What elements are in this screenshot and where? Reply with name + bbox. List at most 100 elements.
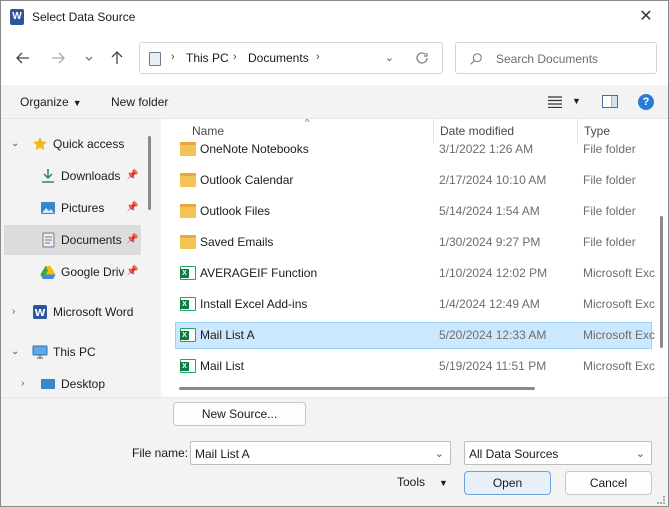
nav-item-documents[interactable]: Documents 📌 <box>4 225 141 255</box>
cancel-button[interactable]: Cancel <box>565 471 652 495</box>
back-arrow-icon <box>16 52 29 64</box>
close-button[interactable]: ✕ <box>634 5 658 29</box>
back-button[interactable] <box>12 47 34 69</box>
help-icon[interactable]: ? <box>638 94 654 110</box>
breadcrumb-separator: › <box>171 51 175 63</box>
view-dropdown-icon[interactable]: ▼ <box>572 96 581 106</box>
nav-item-quick-access[interactable]: ⌄ Quick access <box>1 129 161 159</box>
open-button[interactable]: Open <box>464 471 551 495</box>
file-name-label: File name: <box>132 446 189 460</box>
nav-label: Desktop <box>61 377 106 391</box>
caret-down-icon: ▼ <box>72 98 82 108</box>
google-drive-icon <box>40 266 56 279</box>
nav-item-microsoft-word[interactable]: › W Microsoft Word <box>1 297 161 327</box>
expand-chevron-icon[interactable]: › <box>12 306 15 317</box>
pin-icon: 📌 <box>126 234 139 245</box>
breadcrumb-documents[interactable]: Documents <box>248 51 309 65</box>
star-icon <box>33 137 47 150</box>
nav-label: Google Drive <box>61 265 125 279</box>
file-type: File folder <box>583 173 636 187</box>
file-row[interactable]: Saved Emails 1/30/2024 9:27 PM File fold… <box>175 229 652 256</box>
file-date: 2/17/2024 10:10 AM <box>439 173 547 187</box>
chevron-down-icon[interactable]: ⌄ <box>636 447 645 460</box>
refresh-icon[interactable] <box>414 50 430 66</box>
folder-icon <box>180 204 196 218</box>
expand-chevron-icon[interactable]: › <box>21 378 24 389</box>
file-name-value[interactable]: Mail List A <box>195 447 250 461</box>
desktop-icon <box>41 379 55 389</box>
nav-item-this-pc[interactable]: ⌄ This PC <box>1 337 161 367</box>
breadcrumb-separator[interactable]: › <box>316 51 320 63</box>
file-name-field[interactable]: Mail List A ⌄ <box>190 441 451 465</box>
nav-label: This PC <box>53 345 96 359</box>
file-row[interactable]: Install Excel Add-ins 1/4/2024 12:49 AM … <box>175 291 655 318</box>
tools-label: Tools <box>397 475 426 489</box>
collapse-chevron-icon[interactable]: ⌄ <box>11 138 19 149</box>
horizontal-scrollbar[interactable] <box>179 387 535 390</box>
tools-menu[interactable]: Tools ▼ <box>397 475 448 489</box>
chevron-down-icon <box>85 56 93 61</box>
nav-item-pictures[interactable]: Pictures 📌 <box>1 193 161 223</box>
breadcrumb-this-pc[interactable]: This PC <box>186 51 229 65</box>
folder-icon <box>180 173 196 187</box>
sort-ascending-icon: ^ <box>305 119 310 127</box>
file-row-selected[interactable]: Mail List A 5/20/2024 12:33 AM Microsoft… <box>175 322 655 349</box>
file-date: 1/4/2024 12:49 AM <box>439 297 540 311</box>
file-type-filter[interactable]: All Data Sources ⌄ <box>464 441 652 465</box>
organize-label: Organize <box>20 95 69 109</box>
file-name: OneNote Notebooks <box>200 142 309 156</box>
pin-icon: 📌 <box>126 170 139 181</box>
caret-down-icon: ▼ <box>439 478 448 488</box>
nav-item-downloads[interactable]: Downloads 📌 <box>1 161 161 191</box>
nav-item-desktop[interactable]: › Desktop <box>1 369 161 397</box>
file-type: Microsoft Excel <box>583 297 655 311</box>
pin-icon: 📌 <box>126 202 139 213</box>
collapse-chevron-icon[interactable]: ⌄ <box>11 346 19 357</box>
file-date: 5/20/2024 12:33 AM <box>439 328 547 342</box>
excel-file-icon <box>180 297 196 311</box>
nav-scrollbar[interactable] <box>148 136 151 210</box>
forward-button[interactable] <box>47 47 69 69</box>
address-history-dropdown[interactable]: ⌄ <box>385 51 394 64</box>
file-row[interactable]: Outlook Calendar 2/17/2024 10:10 AM File… <box>175 167 652 194</box>
svg-text:W: W <box>34 308 45 319</box>
breadcrumb-separator[interactable]: › <box>233 51 237 63</box>
new-folder-button[interactable]: New folder <box>111 95 168 109</box>
file-name: Outlook Calendar <box>200 173 294 187</box>
nav-label: Documents <box>61 233 122 247</box>
nav-label: Quick access <box>53 137 125 151</box>
file-name: Saved Emails <box>200 235 274 249</box>
file-date: 5/19/2024 11:51 PM <box>439 359 547 373</box>
preview-pane-icon[interactable] <box>602 95 618 108</box>
up-button[interactable] <box>106 47 128 69</box>
file-name: Mail List A <box>200 328 255 342</box>
file-row[interactable]: Outlook Files 5/14/2024 1:54 AM File fol… <box>175 198 652 225</box>
new-source-button[interactable]: New Source... <box>173 402 306 426</box>
download-icon <box>42 169 54 183</box>
file-row[interactable]: OneNote Notebooks 3/1/2022 1:26 AM File … <box>175 136 652 163</box>
file-date: 1/10/2024 12:02 PM <box>439 266 548 280</box>
nav-label: Microsoft Word <box>53 305 134 319</box>
file-row[interactable]: AVERAGEIF Function 1/10/2024 12:02 PM Mi… <box>175 260 655 287</box>
excel-file-icon <box>180 359 196 373</box>
excel-file-icon <box>180 328 196 342</box>
documents-icon <box>42 232 55 248</box>
search-input[interactable]: Search Documents <box>496 52 598 66</box>
pictures-icon <box>41 202 55 214</box>
nav-item-google-drive[interactable]: Google Drive 📌 <box>1 257 161 287</box>
file-row[interactable]: Mail List 5/19/2024 11:51 PM Microsoft E… <box>175 353 655 380</box>
pin-icon: 📌 <box>126 266 139 277</box>
chevron-down-icon[interactable]: ⌄ <box>435 447 444 460</box>
file-name: Mail List <box>200 359 245 373</box>
file-type: File folder <box>583 142 636 156</box>
search-box[interactable]: Search Documents <box>455 42 657 74</box>
select-data-source-dialog: W Select Data Source ✕ › This PC › Docum… <box>0 0 669 507</box>
organize-menu[interactable]: Organize ▼ <box>20 95 82 109</box>
recent-locations-button[interactable] <box>78 47 100 69</box>
vertical-scrollbar[interactable] <box>660 216 663 348</box>
view-options-icon[interactable] <box>548 96 562 108</box>
resize-grip[interactable] <box>657 496 665 504</box>
address-bar[interactable]: › This PC › Documents › ⌄ <box>139 42 443 74</box>
command-toolbar: Organize ▼ New folder ▼ ? <box>1 85 668 119</box>
file-date: 5/14/2024 1:54 AM <box>439 204 540 218</box>
